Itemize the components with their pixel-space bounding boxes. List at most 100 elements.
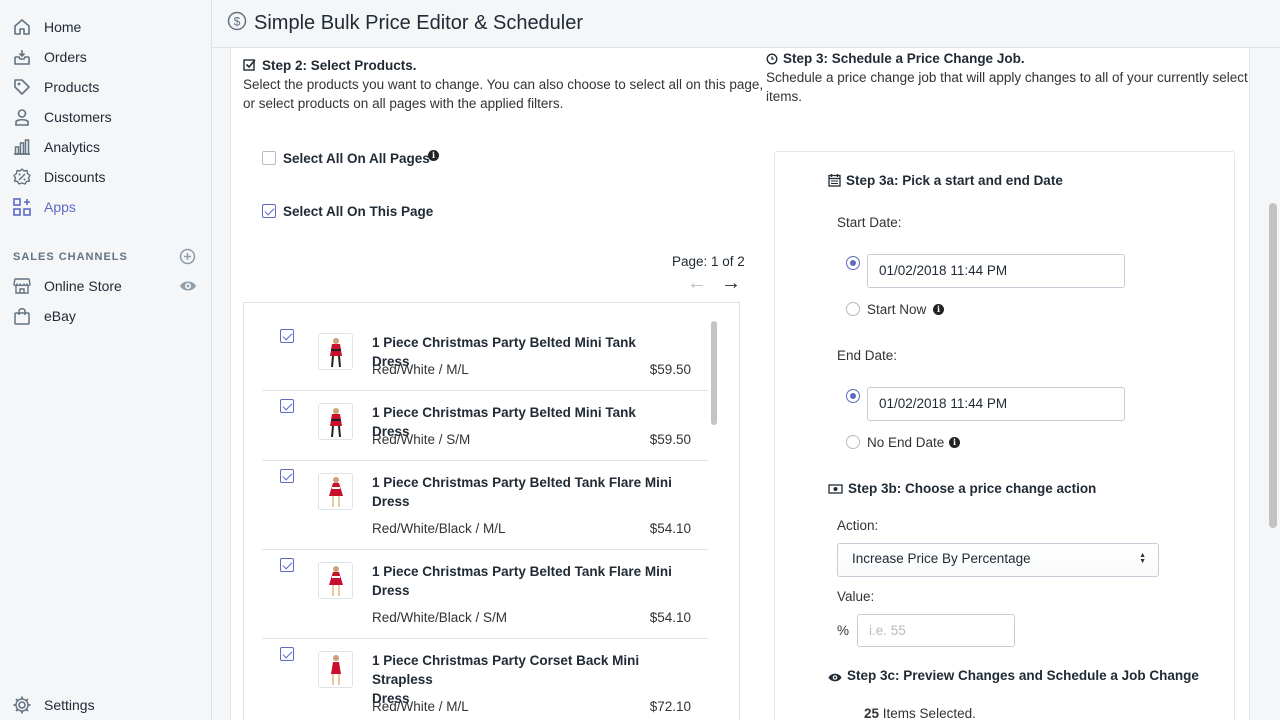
pagination-text: Page: 1 of 2	[672, 254, 745, 269]
sidebar-item-apps[interactable]: Apps	[0, 192, 211, 222]
sidebar-item-orders[interactable]: Orders	[0, 42, 211, 72]
product-variant: Red/White/Black / M/L	[372, 521, 506, 536]
sidebar-item-discounts[interactable]: Discounts	[0, 162, 211, 192]
sidebar-item-label: Discounts	[44, 169, 106, 185]
value-label: Value:	[837, 589, 875, 604]
sidebar-item-label: Settings	[44, 697, 95, 713]
no-end-date-label: No End Date	[867, 435, 945, 450]
bar-chart-icon	[11, 136, 33, 158]
prev-page-arrow-icon[interactable]: ←	[687, 273, 707, 293]
action-select-value: Increase Price By Percentage	[852, 551, 1031, 566]
step3-description-line1: Schedule a price change job that will ap…	[766, 70, 1248, 85]
product-title-line1: 1 Piece Christmas Party Belted Tank Flar…	[372, 475, 672, 490]
action-select[interactable]: Increase Price By Percentage ▲ ▼	[837, 543, 1159, 577]
sidebar-item-ebay[interactable]: eBay	[0, 301, 211, 331]
product-row[interactable]: 1 Piece Christmas Party Belted Tank Flar…	[262, 461, 708, 550]
product-price: $72.10	[649, 699, 691, 714]
step3b-heading: Step 3b: Choose a price change action	[848, 481, 1097, 496]
product-checkbox[interactable]	[280, 647, 294, 661]
action-label: Action:	[837, 518, 879, 533]
list-scrollbar-thumb[interactable]	[711, 321, 717, 425]
apps-icon	[11, 196, 33, 218]
sidebar-item-home[interactable]: Home	[0, 12, 211, 42]
sales-channels-heading: SALES CHANNELS	[13, 251, 128, 263]
app-header: $ Simple Bulk Price Editor & Scheduler	[212, 0, 1280, 48]
product-title: 1 Piece Christmas Party Belted Tank Flar…	[372, 473, 672, 511]
value-input[interactable]	[857, 614, 1015, 647]
product-variant: Red/White / M/L	[372, 362, 469, 377]
info-icon[interactable]: i	[428, 150, 439, 161]
sidebar-item-label: Apps	[44, 199, 76, 215]
info-icon[interactable]: i	[949, 437, 960, 448]
sidebar-item-analytics[interactable]: Analytics	[0, 132, 211, 162]
end-date-input[interactable]: 01/02/2018 11:44 PM	[867, 387, 1125, 421]
start-date-radio[interactable]	[846, 256, 860, 270]
product-thumbnail	[318, 651, 353, 688]
list-scrollbar[interactable]	[709, 317, 719, 720]
start-date-input[interactable]: 01/02/2018 11:44 PM	[867, 254, 1125, 288]
percent-symbol: %	[837, 623, 850, 638]
product-checkbox[interactable]	[280, 558, 294, 572]
product-thumbnail	[318, 333, 353, 370]
sidebar-item-label: Online Store	[44, 278, 122, 294]
items-selected: 25 Items Selected.	[864, 706, 976, 720]
gear-icon	[11, 694, 33, 716]
product-checkbox[interactable]	[280, 329, 294, 343]
step2-description-line2: or select products on all pages with the…	[243, 96, 564, 111]
product-title-line1: 1 Piece Christmas Party Corset Back Mini…	[372, 653, 640, 687]
add-channel-button[interactable]	[179, 248, 196, 265]
select-all-page-checkbox[interactable]	[262, 204, 276, 218]
view-store-eye-icon[interactable]	[179, 278, 197, 294]
product-price: $54.10	[649, 521, 691, 536]
person-icon	[11, 106, 33, 128]
select-all-pages-label: Select All On All Pages	[283, 151, 430, 166]
product-thumbnail	[318, 562, 353, 599]
product-thumbnail	[318, 473, 353, 510]
sidebar-item-label: Orders	[44, 49, 87, 65]
product-row[interactable]: 1 Piece Christmas Party Belted Mini Tank…	[262, 391, 708, 461]
sidebar-item-label: Products	[44, 79, 100, 95]
product-checkbox[interactable]	[280, 399, 294, 413]
start-now-radio[interactable]	[846, 302, 860, 316]
product-title-line2: Dress	[372, 494, 410, 509]
page-scrollbar[interactable]	[1267, 48, 1280, 720]
product-checkbox[interactable]	[280, 469, 294, 483]
product-title: 1 Piece Christmas Party Belted Tank Flar…	[372, 562, 672, 600]
start-now-label: Start Now	[867, 302, 927, 317]
calendar-icon	[828, 173, 841, 192]
product-thumbnail	[318, 403, 353, 440]
discount-icon	[11, 166, 33, 188]
select-all-pages-checkbox[interactable]	[262, 151, 276, 165]
product-list: 1 Piece Christmas Party Belted Mini Tank…	[243, 302, 740, 720]
items-selected-text: Items Selected.	[882, 706, 976, 720]
product-price: $59.50	[649, 432, 691, 447]
sidebar-item-customers[interactable]: Customers	[0, 102, 211, 132]
step3-heading: Step 3: Schedule a Price Change Job.	[783, 51, 1025, 66]
product-title-line1: 1 Piece Christmas Party Belted Tank Flar…	[372, 564, 672, 579]
step3c-heading: Step 3c: Preview Changes and Schedule a …	[847, 668, 1199, 683]
product-variant: Red/White / S/M	[372, 432, 471, 447]
tag-icon	[11, 76, 33, 98]
product-row[interactable]: 1 Piece Christmas Party Belted Mini Tank…	[262, 303, 708, 391]
no-end-date-radio[interactable]	[846, 435, 860, 449]
sidebar-item-label: eBay	[44, 308, 76, 324]
sidebar-item-label: Analytics	[44, 139, 101, 155]
step2-heading: Step 2: Select Products.	[262, 58, 417, 73]
product-price: $54.10	[649, 610, 691, 625]
sidebar-item-label: Customers	[44, 109, 112, 125]
step3a-heading: Step 3a: Pick a start and end Date	[846, 173, 1063, 188]
store-icon	[11, 275, 33, 297]
sidebar: Home Orders Products Customers Analytics…	[0, 0, 212, 720]
check-square-icon	[243, 58, 256, 76]
product-row[interactable]: 1 Piece Christmas Party Belted Tank Flar…	[262, 550, 708, 639]
product-row[interactable]: 1 Piece Christmas Party Corset Back Mini…	[262, 639, 708, 720]
app-title: Simple Bulk Price Editor & Scheduler	[254, 12, 584, 34]
info-icon[interactable]: i	[933, 304, 944, 315]
end-date-label: End Date:	[837, 348, 898, 363]
end-date-radio[interactable]	[846, 389, 860, 403]
items-selected-count: 25	[864, 706, 880, 720]
page-scrollbar-thumb[interactable]	[1269, 203, 1277, 528]
next-page-arrow-icon[interactable]: →	[721, 273, 741, 293]
sidebar-item-products[interactable]: Products	[0, 72, 211, 102]
sidebar-item-settings[interactable]: Settings	[0, 690, 211, 720]
